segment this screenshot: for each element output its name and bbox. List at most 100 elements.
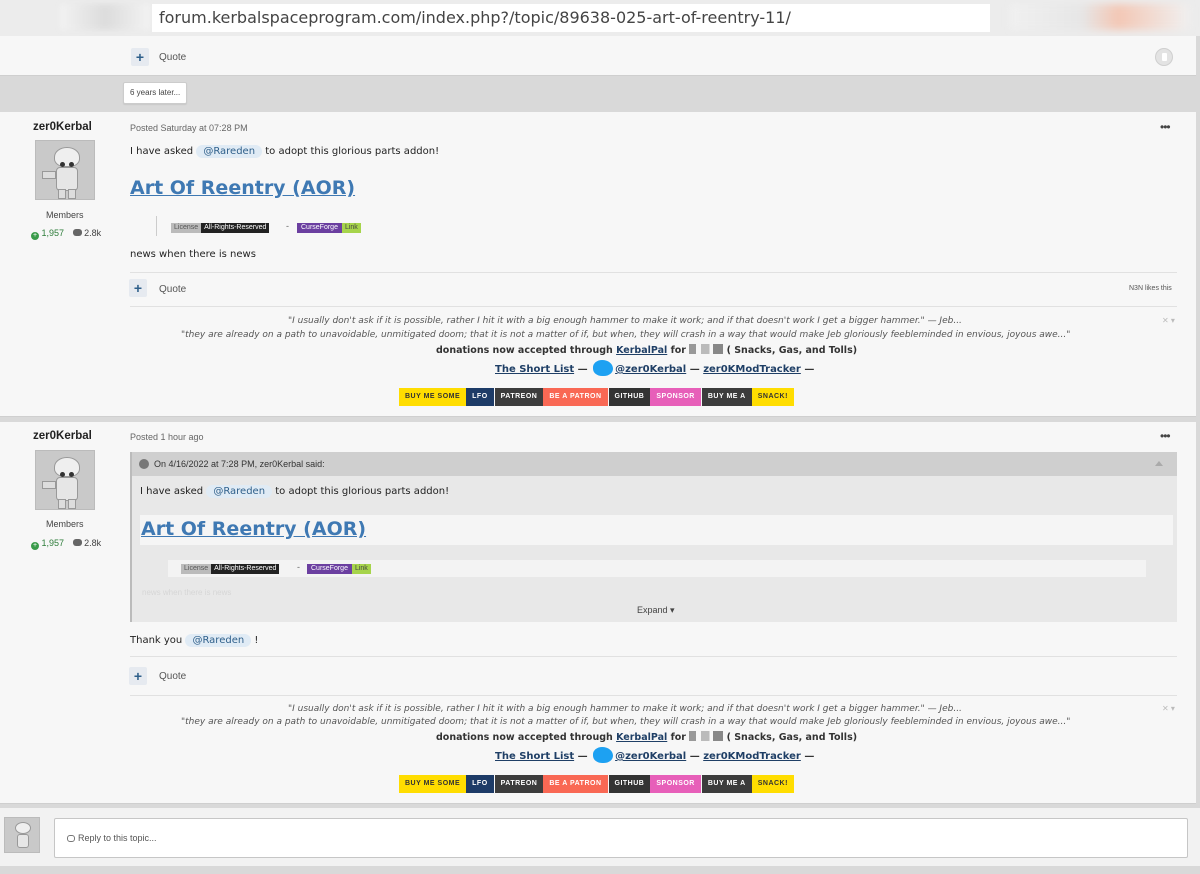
- post-extra-text: news when there is news: [130, 249, 256, 260]
- current-user-avatar[interactable]: [4, 817, 40, 853]
- blurred-toolbar-right: [1010, 4, 1190, 30]
- reputation-count: 1,957: [41, 228, 65, 238]
- license-label: License: [171, 223, 202, 233]
- user-mention[interactable]: @Rareden: [196, 145, 263, 158]
- expand-quote-button[interactable]: Expand ▾: [637, 605, 675, 616]
- btn-text: BUY ME A: [707, 393, 746, 400]
- addon-title-link[interactable]: Art Of Reentry (AOR): [141, 518, 366, 540]
- quoted-text-after: to adopt this glorious parts addon!: [275, 486, 450, 497]
- avatar[interactable]: [35, 140, 95, 200]
- buy-me-some-lfo-button[interactable]: BUY ME SOME: [399, 388, 467, 406]
- reply-input[interactable]: Reply to this topic...: [54, 818, 1188, 858]
- user-mention[interactable]: @Rareden: [185, 634, 252, 647]
- post-text-before: Thank you: [130, 635, 183, 646]
- likes-summary[interactable]: N3N likes this: [1129, 285, 1172, 292]
- license-badge[interactable]: License All-Rights-Reserved: [171, 223, 270, 233]
- avatar[interactable]: [35, 450, 95, 510]
- sep: —: [686, 751, 704, 762]
- buy-me-a-button[interactable]: BUY ME A: [701, 388, 752, 406]
- multiquote-button[interactable]: +: [129, 667, 147, 685]
- btn-text: GITHUB: [614, 393, 645, 400]
- member-stats: + 1,957 2.8k: [31, 538, 101, 550]
- post-timestamp[interactable]: Posted Saturday at 07:28 PM: [130, 123, 248, 133]
- sponsor-button[interactable]: SPONSOR: [650, 388, 701, 406]
- multiquote-button[interactable]: +: [129, 279, 147, 297]
- btn-text: GITHUB: [614, 780, 645, 787]
- blurred-toolbar-left: [60, 4, 150, 30]
- signature-quote-2: "they are already on a path to unavoidab…: [181, 330, 1071, 340]
- signature-hide-icon[interactable]: ✕ ▾: [1162, 316, 1175, 325]
- donation-icons: [689, 731, 724, 741]
- github-button[interactable]: GITHUB: [608, 775, 651, 793]
- btn-text: LFO: [472, 780, 488, 787]
- be-a-patron-button[interactable]: BE A PATRON: [543, 775, 608, 793]
- post-count: 2.8k: [84, 228, 102, 238]
- member-group: Members: [46, 210, 84, 220]
- post-divider: [130, 656, 1177, 657]
- signature-divider: [130, 695, 1177, 696]
- mod-tracker-link[interactable]: zer0KModTracker: [703, 364, 801, 375]
- reply-placeholder: Reply to this topic...: [78, 833, 157, 843]
- post-menu-button[interactable]: •••: [1160, 429, 1171, 443]
- btn-text: BE A PATRON: [549, 780, 602, 787]
- post-divider: [130, 272, 1177, 273]
- post-menu-button[interactable]: •••: [1160, 120, 1171, 134]
- license-value: All-Rights-Reserved: [201, 223, 270, 233]
- quote-header[interactable]: On 4/16/2022 at 7:28 PM, zer0Kerbal said…: [132, 452, 1177, 476]
- signature-links: The Short List — @zer0Kerbal — zer0KModT…: [495, 360, 814, 376]
- btn-text: BUY ME SOME: [405, 780, 461, 787]
- post-timestamp[interactable]: Posted 1 hour ago: [130, 432, 204, 442]
- signature-hide-icon[interactable]: ✕ ▾: [1162, 704, 1175, 713]
- github-button[interactable]: GITHUB: [608, 388, 651, 406]
- reply-area: Reply to this topic...: [0, 808, 1200, 866]
- buy-me-a-button[interactable]: BUY ME A: [701, 775, 752, 793]
- url-field[interactable]: forum.kerbalspaceprogram.com/index.php?/…: [152, 4, 990, 32]
- btn-text: SNACK!: [757, 780, 788, 787]
- multiquote-button[interactable]: +: [131, 48, 149, 66]
- curseforge-badge[interactable]: CurseForge Link: [307, 564, 371, 574]
- signature-quote-1: "I usually don't ask if it is possible, …: [288, 316, 962, 326]
- post-author[interactable]: zer0Kerbal: [33, 121, 92, 133]
- snack-button[interactable]: SNACK!: [751, 388, 794, 406]
- browser-address-bar: forum.kerbalspaceprogram.com/index.php?/…: [0, 0, 1200, 36]
- patreon-button[interactable]: PATREON: [494, 775, 544, 793]
- badge-separator: -: [286, 221, 289, 231]
- curseforge-badge[interactable]: CurseForge Link: [297, 223, 361, 233]
- sponsor-button[interactable]: SPONSOR: [650, 775, 701, 793]
- btn-text: SNACK!: [757, 393, 788, 400]
- twitter-link[interactable]: @zer0Kerbal: [615, 751, 686, 762]
- snack-button[interactable]: SNACK!: [751, 775, 794, 793]
- signature-donations: donations now accepted through KerbalPal…: [436, 731, 857, 743]
- collapse-icon[interactable]: [139, 459, 149, 469]
- be-a-patron-button[interactable]: BE A PATRON: [543, 388, 608, 406]
- mod-tracker-link[interactable]: zer0KModTracker: [703, 751, 801, 762]
- quote-button[interactable]: Quote: [159, 52, 186, 63]
- quote-button[interactable]: Quote: [159, 671, 186, 682]
- comment-icon: [72, 229, 82, 236]
- addon-title-link[interactable]: Art Of Reentry (AOR): [130, 177, 355, 199]
- post-card-1: zer0Kerbal Members + 1,957 2.8k Posted S…: [0, 112, 1196, 417]
- quote-button[interactable]: Quote: [159, 284, 186, 295]
- short-list-link[interactable]: The Short List: [495, 364, 574, 375]
- lfo-button[interactable]: LFO: [466, 775, 494, 793]
- patreon-button[interactable]: PATREON: [494, 388, 544, 406]
- like-reaction-icon[interactable]: [1155, 48, 1173, 66]
- post-author[interactable]: zer0Kerbal: [33, 430, 92, 442]
- license-label: License: [181, 564, 212, 574]
- user-mention[interactable]: @Rareden: [206, 485, 273, 498]
- twitter-bird-icon: [593, 360, 614, 376]
- post-text-before: I have asked: [130, 146, 194, 157]
- btn-text: LFO: [472, 393, 488, 400]
- kerbalpal-link[interactable]: KerbalPal: [616, 732, 667, 743]
- kerbalpal-link[interactable]: KerbalPal: [616, 345, 667, 356]
- reputation-count: 1,957: [41, 538, 65, 548]
- jump-to-post-icon[interactable]: [1155, 461, 1163, 466]
- license-badge[interactable]: License All-Rights-Reserved: [181, 564, 280, 574]
- lfo-button[interactable]: LFO: [466, 388, 494, 406]
- donations-for: for: [670, 732, 686, 743]
- curseforge-link: Link: [351, 564, 371, 574]
- post-text: Thank you @Rareden !: [130, 634, 258, 647]
- twitter-link[interactable]: @zer0Kerbal: [615, 364, 686, 375]
- buy-me-some-lfo-button[interactable]: BUY ME SOME: [399, 775, 467, 793]
- short-list-link[interactable]: The Short List: [495, 751, 574, 762]
